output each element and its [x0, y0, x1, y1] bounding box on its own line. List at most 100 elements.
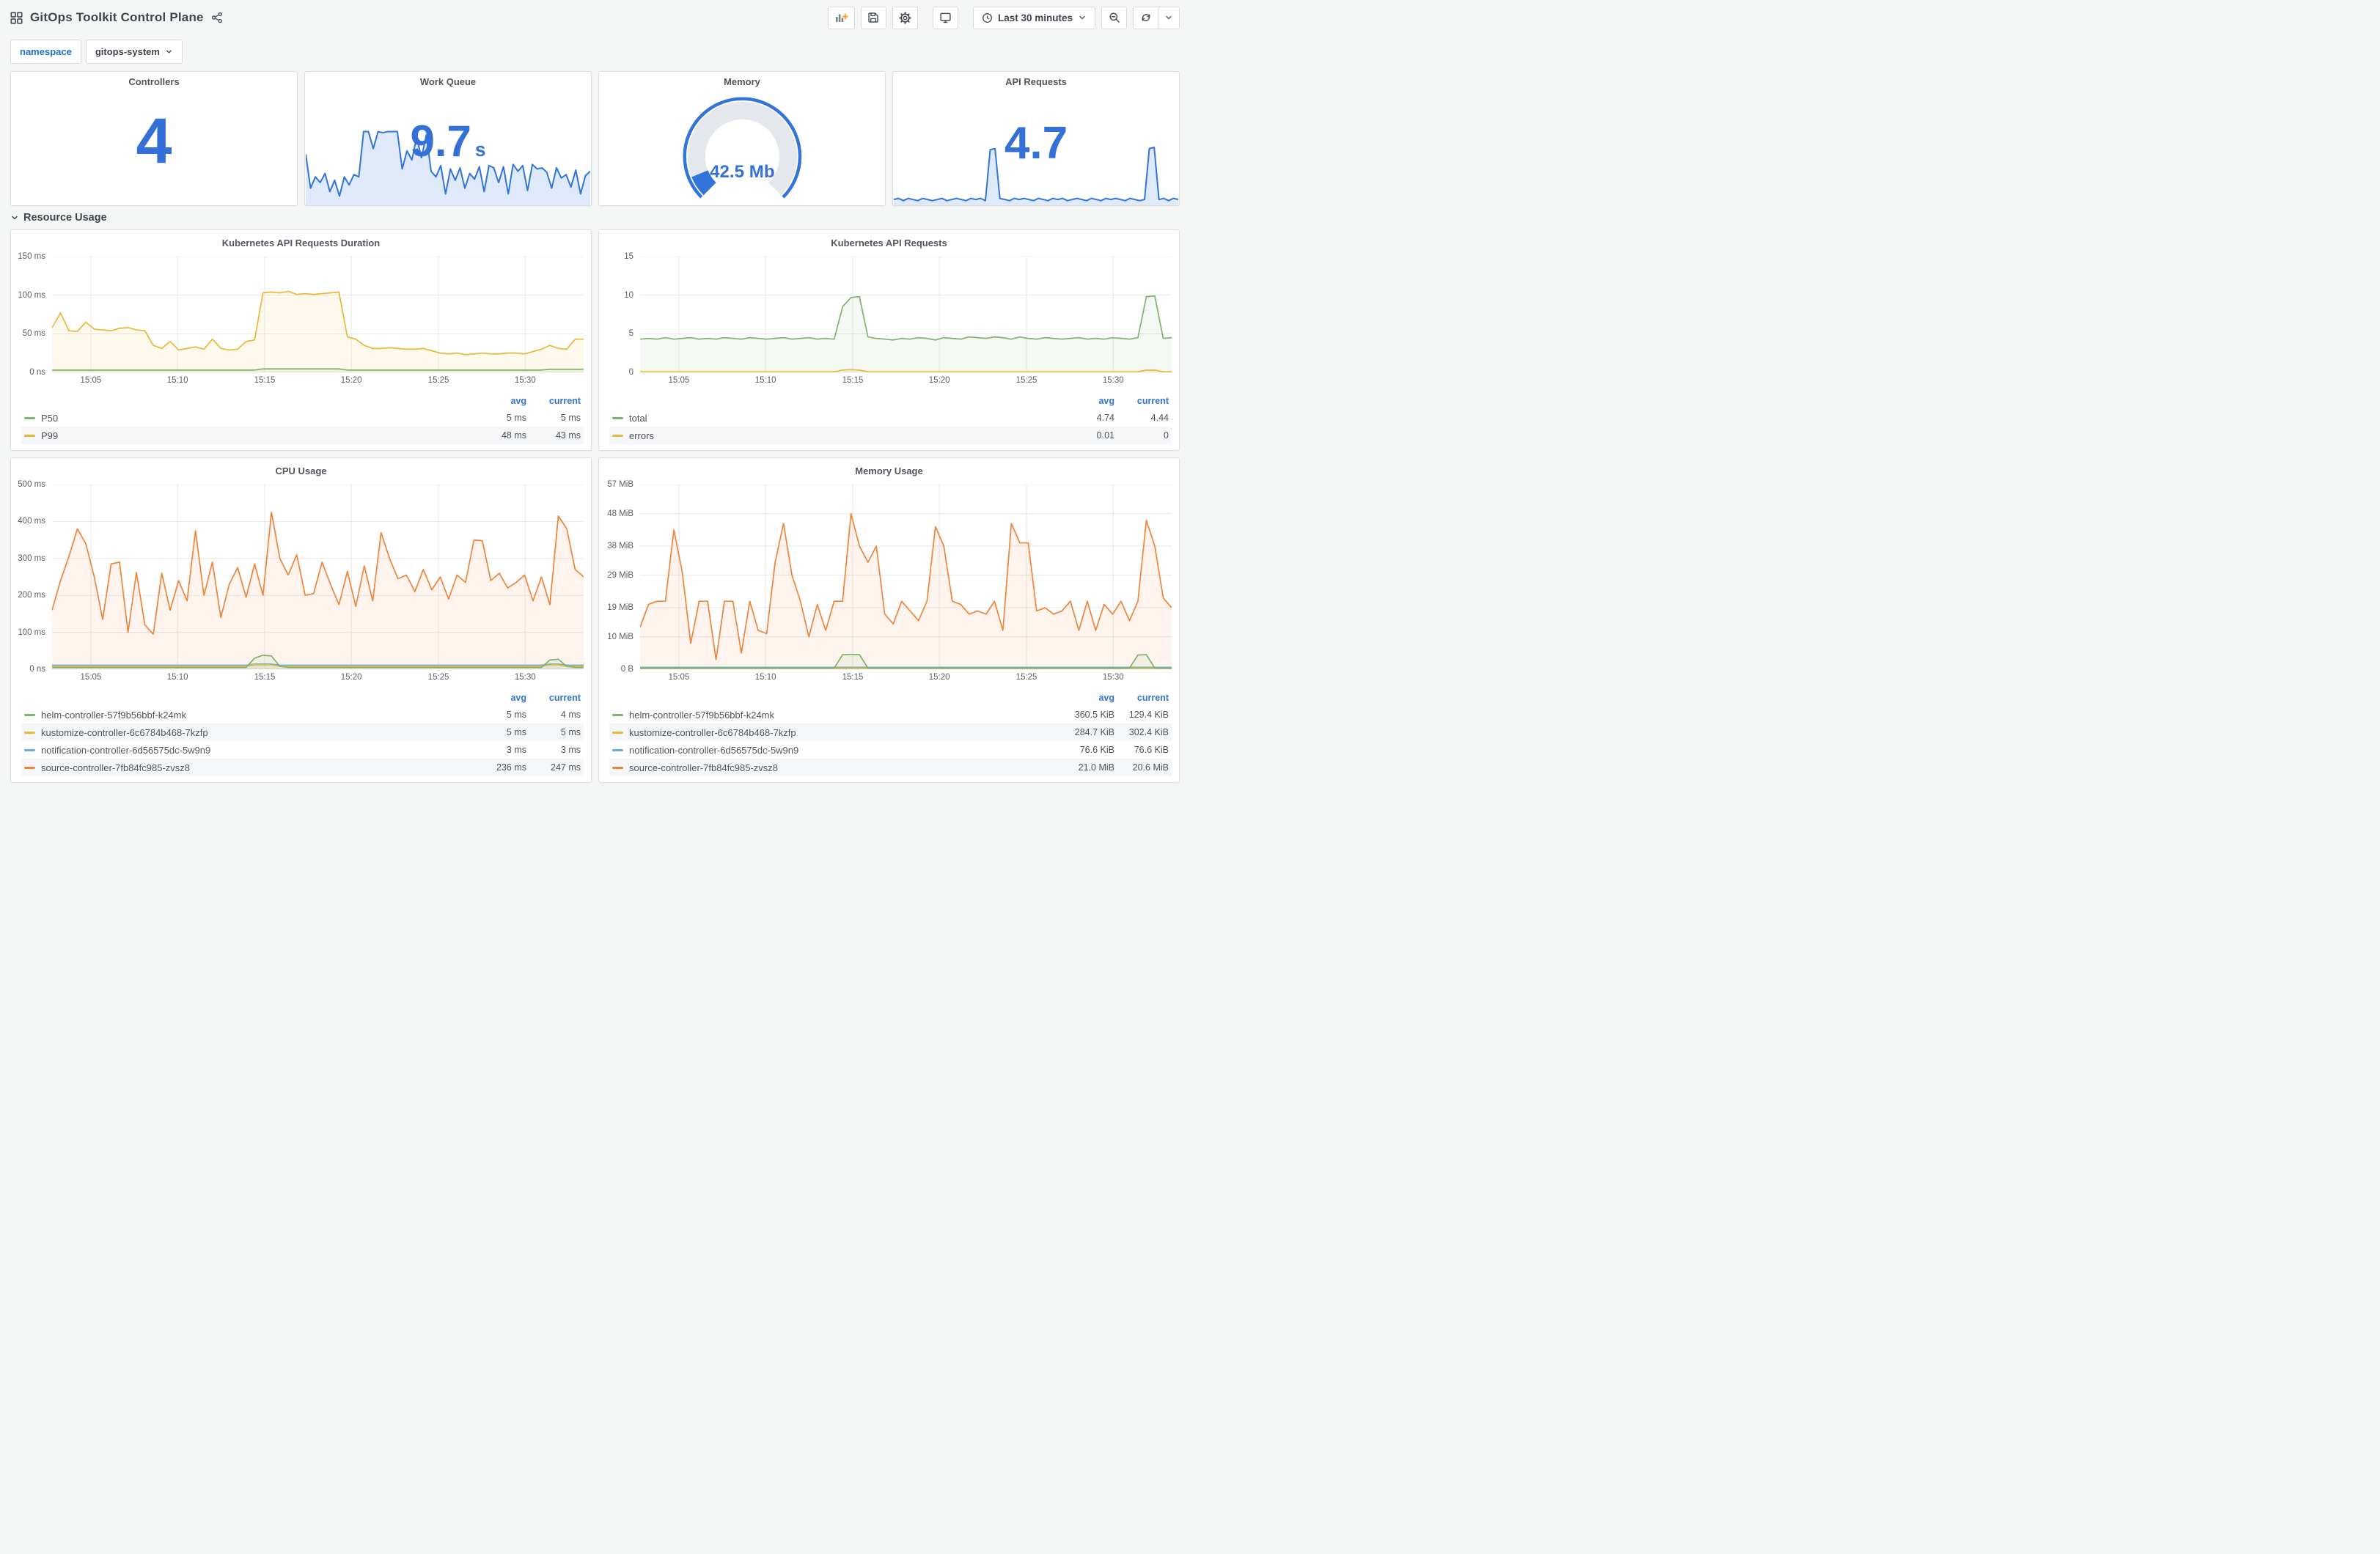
legend-series-name[interactable]: source-controller-7fb84fc985-zvsz8 [24, 762, 459, 773]
legend-series-name[interactable]: errors [612, 430, 1047, 441]
legend-current-value: 302.4 KiB [1128, 727, 1169, 737]
x-axis-label: 15:05 [80, 673, 102, 682]
plot-area[interactable] [640, 485, 1172, 669]
tv-mode-button[interactable] [932, 6, 958, 29]
x-axis-label: 15:15 [842, 673, 864, 682]
legend-current-value: 5 ms [560, 727, 581, 737]
x-axis-label: 15:20 [928, 673, 950, 682]
dashboard-toolbar: Last 30 minutes [827, 6, 1180, 29]
refresh-interval-dropdown[interactable] [1158, 6, 1180, 29]
legend-series-name[interactable]: source-controller-7fb84fc985-zvsz8 [612, 762, 1047, 773]
panel-title[interactable]: Kubernetes API Requests [599, 233, 1179, 252]
tv-mode-icon [939, 12, 952, 24]
x-axis-label: 15:05 [668, 376, 690, 385]
plot-area[interactable] [640, 257, 1172, 372]
work-queue-value: 9.7 s [410, 116, 486, 166]
y-axis-label: 38 MiB [607, 542, 633, 550]
legend-column-current[interactable]: current [526, 396, 581, 406]
panel-title[interactable]: API Requests [893, 72, 1179, 91]
legend-series-swatch-icon [24, 713, 35, 716]
panel-title[interactable]: Memory Usage [599, 461, 1179, 480]
legend-avg-value: 236 ms [496, 762, 526, 773]
legend-column-avg[interactable]: avg [1047, 693, 1114, 703]
section-resource-usage[interactable]: Resource Usage [0, 206, 1190, 229]
legend-series-name[interactable]: helm-controller-57f9b56bbf-k24mk [24, 710, 459, 721]
stat-row: Controllers 4 Work Queue 9.7 s Memory 42.… [0, 71, 1190, 206]
dashboard-page: GitOps Toolkit Control Plane Last 30 min… [0, 0, 1190, 795]
panel-title[interactable]: Controllers [11, 72, 297, 91]
plot-area[interactable] [52, 257, 584, 372]
x-axis-label: 15:10 [754, 673, 776, 682]
add-panel-button[interactable] [827, 6, 855, 29]
legend-column-current[interactable]: current [526, 693, 581, 703]
legend-series-name[interactable]: total [612, 413, 1047, 424]
legend-header: avg current [609, 690, 1172, 706]
x-axis-label: 15:30 [514, 673, 536, 682]
memory-gauge: 42.5 Mb [599, 91, 885, 202]
save-dashboard-button[interactable] [860, 6, 886, 29]
plot-area[interactable] [52, 485, 584, 669]
legend-series-name[interactable]: P50 [24, 413, 459, 424]
legend-column-current[interactable]: current [1114, 396, 1169, 406]
x-axis-label: 15:30 [1102, 673, 1124, 682]
legend-column-avg[interactable]: avg [1047, 396, 1114, 406]
zoom-out-icon [1109, 12, 1120, 23]
legend-series-name[interactable]: kustomize-controller-6c6784b468-7kzfp [24, 727, 459, 738]
panel-title[interactable]: Memory [599, 72, 885, 91]
x-axis-label: 15:15 [254, 376, 276, 385]
legend-avg-value: 48 ms [501, 430, 526, 441]
x-axis: 15:05 15:10 15:15 15:20 15:25 15:30 [52, 671, 584, 688]
legend-column-current[interactable]: current [1114, 693, 1169, 703]
y-axis-label: 10 MiB [607, 632, 633, 641]
settings-gear-icon [899, 11, 911, 24]
add-panel-icon [834, 12, 848, 23]
legend-item-notification-controller-6d56575dc-5w9n9: notification-controller-6d56575dc-5w9n9 7… [609, 741, 1172, 759]
legend-item-notification-controller-6d56575dc-5w9n9: notification-controller-6d56575dc-5w9n9 3… [21, 741, 584, 759]
legend-series-swatch-icon [612, 748, 623, 751]
legend-current-value: 3 ms [560, 745, 581, 755]
apps-icon[interactable] [10, 11, 23, 24]
series-total-line [640, 296, 1172, 340]
panel-title[interactable]: Kubernetes API Requests Duration [11, 233, 591, 252]
dashboard-title: GitOps Toolkit Control Plane [30, 10, 204, 24]
variable-namespace-select[interactable]: gitops-system [85, 40, 183, 64]
panel-title[interactable]: Work Queue [305, 72, 591, 91]
share-icon[interactable] [211, 12, 223, 23]
panel-title[interactable]: CPU Usage [11, 461, 591, 480]
legend-series-swatch-icon [24, 416, 35, 419]
legend-avg-value: 3 ms [506, 745, 526, 755]
legend-current-value: 43 ms [555, 430, 581, 441]
y-axis-label: 0 ns [29, 368, 45, 377]
panel-k8s-api-requests: Kubernetes API Requests 0 5 10 15 15:05 15:10… [598, 229, 1180, 451]
legend-series-name[interactable]: kustomize-controller-6c6784b468-7kzfp [612, 727, 1047, 738]
legend-series-swatch-icon [24, 434, 35, 437]
series-source-controller-7fb84fc985-zvsz8-area [640, 513, 1172, 669]
legend-series-name[interactable]: notification-controller-6d56575dc-5w9n9 [612, 745, 1047, 756]
time-range-picker[interactable]: Last 30 minutes [972, 6, 1095, 29]
y-axis-label: 50 ms [22, 329, 45, 339]
x-axis-label: 15:25 [427, 376, 449, 385]
x-axis: 15:05 15:10 15:15 15:20 15:25 15:30 [52, 374, 584, 391]
section-title: Resource Usage [23, 212, 107, 224]
x-axis-label: 15:30 [1102, 376, 1124, 385]
refresh-button[interactable] [1133, 6, 1158, 29]
legend-item-P50: P50 5 ms 5 ms [21, 409, 584, 427]
panel-api-requests: API Requests 4.7 [892, 71, 1180, 206]
dashboard-settings-button[interactable] [892, 6, 918, 29]
legend-avg-value: 76.6 KiB [1079, 745, 1114, 755]
y-axis-label: 19 MiB [607, 603, 633, 612]
y-axis-label: 0 ns [29, 665, 45, 674]
legend-series-name[interactable]: P99 [24, 430, 459, 441]
legend-series-name[interactable]: notification-controller-6d56575dc-5w9n9 [24, 745, 459, 756]
legend-column-avg[interactable]: avg [459, 396, 526, 406]
x-axis-label: 15:10 [166, 376, 188, 385]
chevron-down-icon [10, 213, 19, 222]
legend-series-name[interactable]: helm-controller-57f9b56bbf-k24mk [612, 710, 1047, 721]
panel-memory-usage: Memory Usage 0 B 10 MiB 19 MiB 29 MiB 38 MiB… [598, 457, 1180, 783]
x-axis-label: 15:05 [80, 376, 102, 385]
legend-item-helm-controller-57f9b56bbf-k24mk: helm-controller-57f9b56bbf-k24mk 360.5 Ki… [609, 706, 1172, 723]
x-axis-label: 15:15 [254, 673, 276, 682]
x-axis-label: 15:25 [427, 673, 449, 682]
legend-column-avg[interactable]: avg [459, 693, 526, 703]
zoom-out-button[interactable] [1101, 6, 1127, 29]
